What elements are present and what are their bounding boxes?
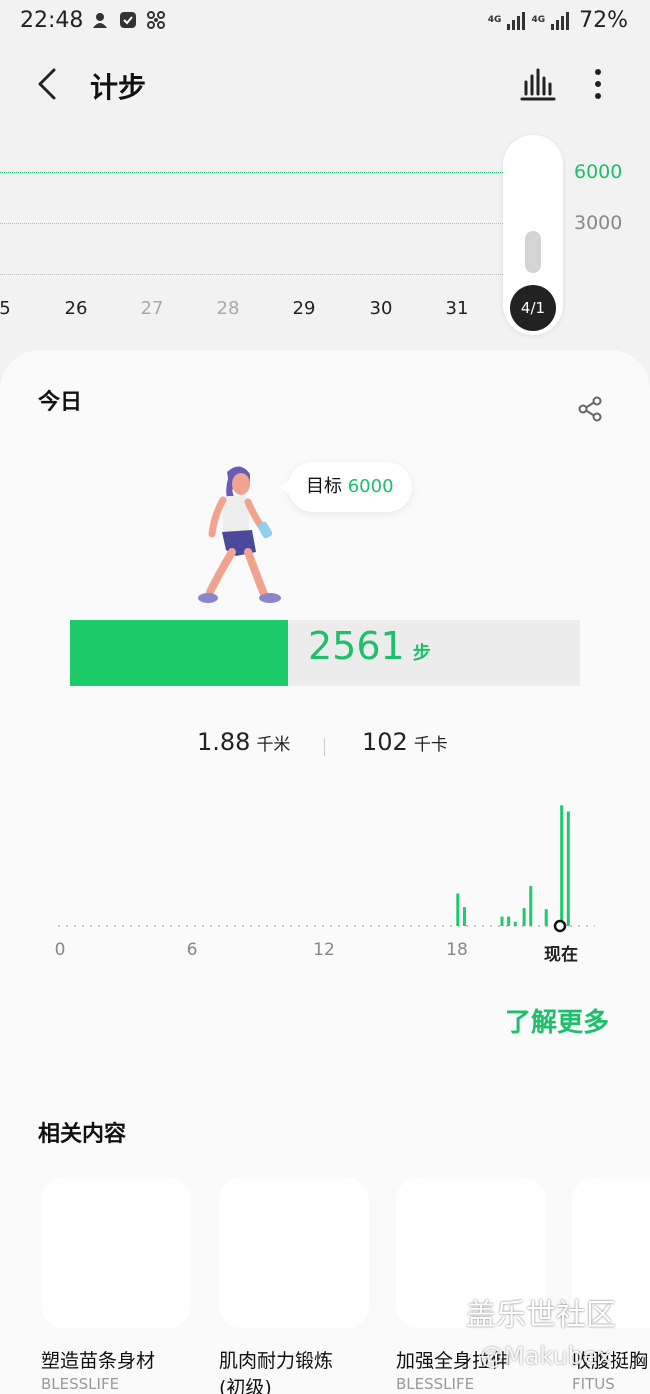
x-tick-label-now: 现在 [544,945,578,965]
base-gridline [0,274,505,275]
y-label-mid: 3000 [574,212,623,234]
app-header: 计步 [0,50,650,120]
related-item-brand: BLESSLIFE [396,1375,475,1393]
step-progress-bar: 2561 步 [70,620,580,686]
page-title: 计步 [90,71,147,104]
distance-stat: 1.88 千米 [197,728,290,756]
today-title: 今日 [38,390,83,415]
calories-stat: 102 千卡 [362,728,448,756]
related-item-name: 肌肉耐力锻炼 (初级) [219,1350,334,1394]
share-icon[interactable] [575,394,605,424]
back-arrow-icon[interactable] [28,62,72,106]
status-time: 22:48 [20,8,84,33]
hourly-bar [529,886,533,926]
today-card: 今日 目标 6000 2561 步 1.88 千米 102 千卡 0 6 12 … [0,350,650,1394]
now-marker [553,919,567,933]
hourly-bar [566,811,570,926]
learn-more-link[interactable]: 了解更多 [505,1002,609,1039]
step-count-value: 2561 [308,624,405,668]
selected-day-column[interactable]: 4/1 [503,135,563,335]
walking-person-illustration [198,466,281,603]
distance-value: 1.88 [197,728,251,756]
day-label[interactable]: 5 [0,298,25,319]
related-item-brand: BLESSLIFE [41,1375,120,1393]
x-tick-label: 0 [54,940,66,960]
related-item-name: 塑造苗条身材 [41,1350,156,1372]
related-item-thumbnail[interactable] [219,1178,369,1328]
day-label[interactable]: 28 [208,298,248,319]
bar-chart-icon[interactable] [517,64,557,104]
x-tick-label: 12 [313,940,335,960]
more-options-icon[interactable] [580,64,616,104]
watermark-handle: @Makubex [480,1342,612,1370]
signal-icon-1 [507,11,526,30]
system-status: 4G 4G 72% [488,8,628,33]
calories-value: 102 [362,728,408,756]
day-label[interactable]: 30 [361,298,401,319]
network-type-2: 4G [531,15,546,25]
goal-label: 目标 [306,476,342,497]
hourly-bar [500,916,504,926]
day-label[interactable]: 31 [437,298,477,319]
day-label[interactable]: 26 [56,298,96,319]
step-progress-fill [70,620,288,686]
distance-unit: 千米 [256,735,291,755]
watch-icon [120,12,136,28]
day-label[interactable]: 29 [284,298,324,319]
hourly-bar [456,893,460,926]
hourly-bar [560,805,564,926]
activity-stats: 1.88 千米 102 千卡 [0,728,650,768]
related-item[interactable]: 肌肉耐力锻炼 (初级) [219,1178,369,1394]
related-item-thumbnail[interactable] [41,1178,191,1328]
weekly-chart[interactable]: 6000 3000 5 26 27 28 29 30 31 4/1 [0,130,650,350]
related-item[interactable]: 塑造苗条身材 BLESSLIFE [41,1178,191,1393]
watermark-text: 盖乐世社区 [466,1298,616,1333]
goal-gridline [0,172,505,173]
network-type-1: 4G [487,15,502,25]
related-item-brand: FITUS [572,1375,615,1393]
hourly-bar [507,916,511,926]
hourly-steps-chart[interactable]: 0 6 12 18 现在 [0,790,650,970]
stats-divider [324,738,325,756]
hourly-bars [456,805,570,926]
goal-value: 6000 [347,476,394,497]
step-count-unit: 步 [412,643,431,664]
x-tick-label: 18 [446,940,468,960]
hourly-bar [544,909,548,926]
fan-icon [147,11,165,29]
hourly-bar [513,921,517,926]
related-content-title: 相关内容 [38,1122,127,1147]
battery-level: 72% [579,8,628,33]
mid-gridline [0,223,505,224]
y-label-goal: 6000 [574,161,623,183]
hourly-bar [462,907,466,926]
status-bar: 22:48 4G 4G 72% [0,0,650,48]
goal-bubble: 目标 6000 [280,462,412,512]
hourly-chart-svg [58,805,595,933]
calories-unit: 千卡 [413,735,448,755]
x-tick-label: 6 [186,940,198,960]
step-count: 2561 步 [308,624,431,668]
selected-day-bar [525,231,541,273]
signal-icon-2 [551,11,570,30]
selected-date-badge: 4/1 [510,285,556,331]
app-notification-icon [93,13,107,28]
notification-icons [90,10,166,30]
day-label[interactable]: 27 [132,298,172,319]
hourly-bar [522,908,526,926]
